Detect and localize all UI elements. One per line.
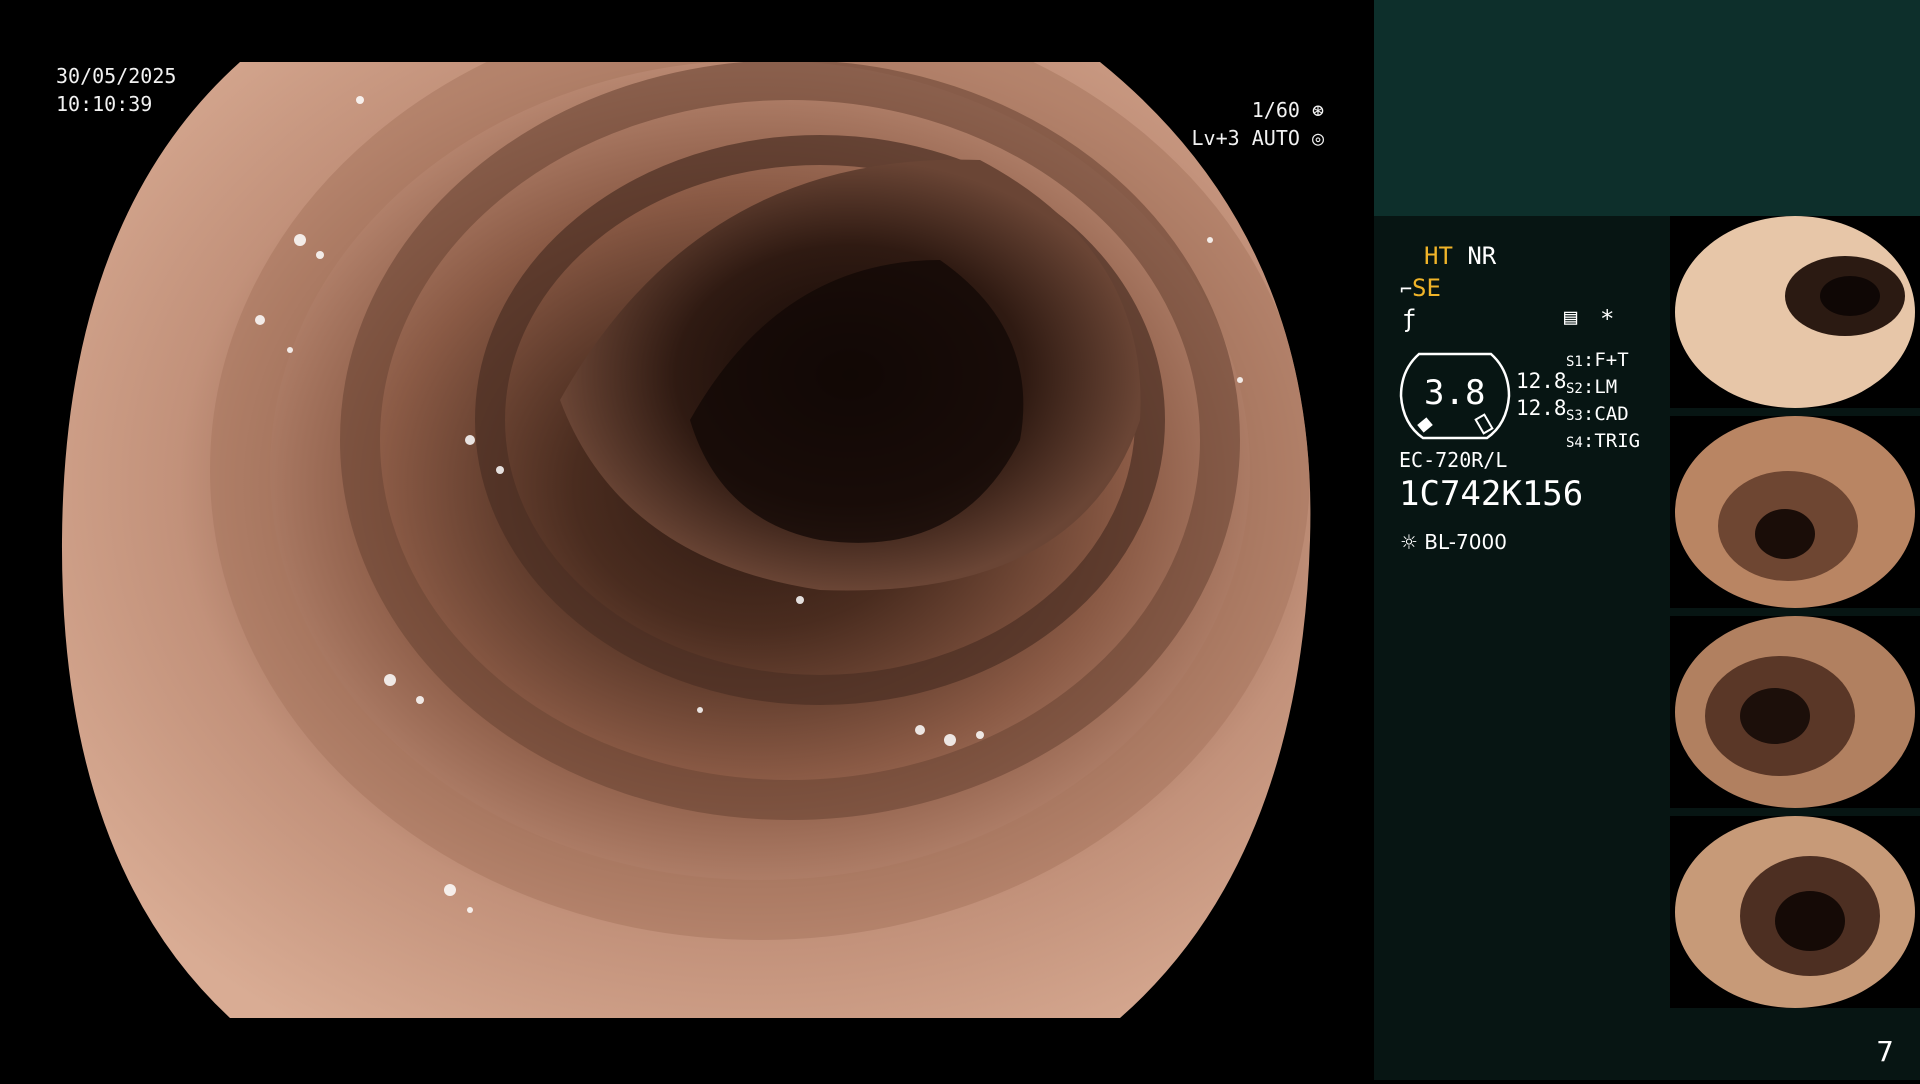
brightness-level: Lv+3 [1191,126,1240,150]
switch-value: CAD [1594,403,1629,425]
light-source-row: ☼ BL-7000 [1400,530,1507,554]
switch-key: S3 [1566,408,1583,424]
endoscopy-image [61,62,1311,1018]
time-label: 10:10:39 [56,92,153,116]
page-number: 7 [1876,1035,1894,1068]
se-indicator: SE [1412,274,1441,302]
thumbnail[interactable] [1670,416,1920,608]
date-label: 30/05/2025 [56,64,177,88]
scope-model: EC-720R/L [1399,448,1508,472]
gain-value-2: 12.8 [1516,396,1567,420]
gain-values: 12.8 12.8 [1516,368,1567,422]
thumbnail[interactable] [1670,816,1920,1008]
lamp-icon: ☼ [1400,530,1418,554]
scope-serial: 1C742K156 [1399,474,1584,514]
switch-value: TRIG [1594,430,1641,452]
enhance-icon: ƒ [1402,305,1417,333]
iris-mode: AUTO [1251,126,1300,150]
switch-row: S3:CAD [1566,403,1629,425]
magnification-value: 3.8 [1424,373,1486,413]
switch-value: LM [1594,376,1618,398]
switch-key: S2 [1566,381,1583,397]
switch-value: F+T [1594,349,1629,371]
se-row: ⌐SE [1400,274,1441,302]
thumbnail[interactable] [1670,216,1920,408]
switch-key: S1 [1566,354,1583,370]
iris-row: Lv+3 AUTO ◎ [1124,124,1324,152]
date-time-readout: 30/05/2025 10:10:39 [56,62,176,118]
shutter-speed: 1/60 [1251,98,1300,122]
thumbnail[interactable] [1670,616,1920,808]
light-source-model: BL-7000 [1424,530,1507,554]
auto-iris-icon: ◎ [1311,126,1324,150]
dial-marker-right [1474,413,1494,435]
panel-header [1374,0,1920,216]
shutter-row: 1/60 ⊛ [1124,96,1324,124]
dial-marker-left [1417,417,1433,433]
star-indicator: * [1600,305,1615,333]
nr-indicator: NR [1467,242,1497,270]
switch-row: S4:TRIG [1566,430,1641,452]
switch-row: S1:F+T [1566,349,1629,371]
switch-key: S4 [1566,435,1583,451]
enhancement-row: HT NR [1424,242,1496,270]
switch-list: S1:F+T S2:LM S3:CAD S4:TRIG [1566,348,1640,456]
exposure-readout: 1/60 ⊛ Lv+3 AUTO ◎ [1124,96,1324,152]
ht-indicator: HT [1424,242,1453,270]
switch-row: S2:LM [1566,376,1618,398]
curve-icon: ⌐ [1400,277,1413,301]
gain-value-1: 12.8 [1516,369,1567,393]
shutter-icon: ⊛ [1311,98,1324,122]
menu-icon: ▤ [1564,305,1578,330]
endoscope-view: 30/05/2025 10:10:39 1/60 ⊛ Lv+3 AUTO ◎ [0,0,1374,1080]
